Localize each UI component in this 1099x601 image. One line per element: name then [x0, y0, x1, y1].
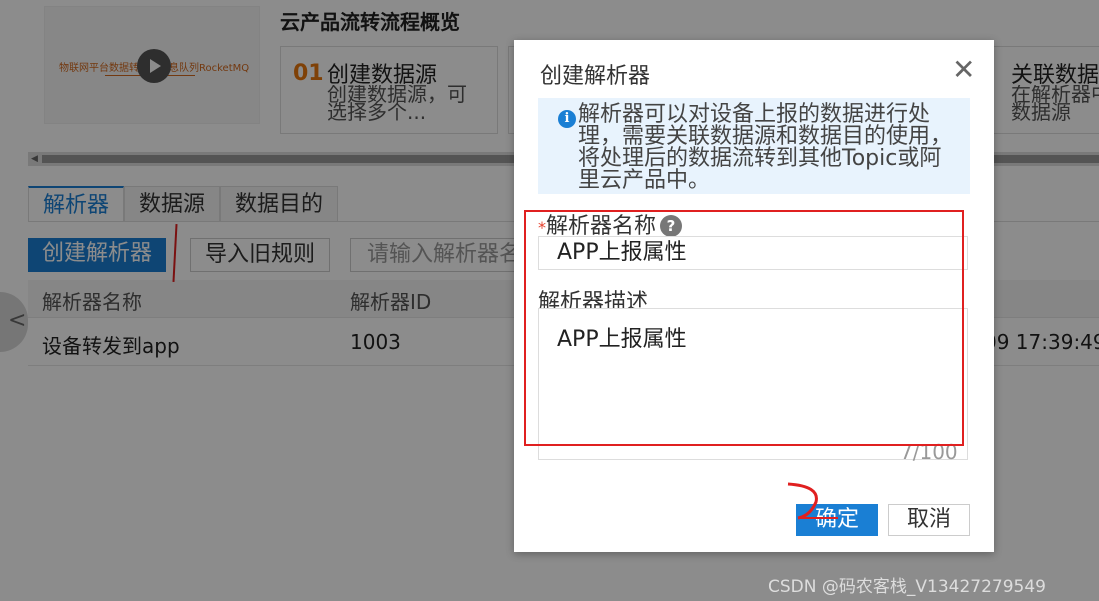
info-icon: i [558, 110, 576, 128]
close-icon[interactable]: ✕ [952, 56, 975, 84]
annotation-highlight-box [524, 210, 964, 446]
annotation-arrow [787, 482, 838, 520]
info-notice: i 解析器可以对设备上报的数据进行处理，需要关联数据源和数据目的使用，将处理后的… [538, 98, 970, 194]
notice-text: 解析器可以对设备上报的数据进行处理，需要关联数据源和数据目的使用，将处理后的数据… [578, 102, 953, 193]
watermark: CSDN @码农客栈_V13427279549 [768, 577, 1046, 597]
cancel-button[interactable]: 取消 [888, 504, 970, 536]
dialog-title: 创建解析器 [540, 64, 651, 89]
